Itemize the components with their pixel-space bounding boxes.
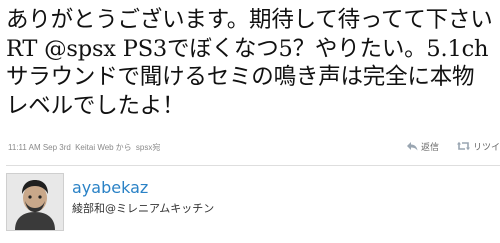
tweet-meta: 11:11 AM Sep 3rd Keitai Web から spsx宛 [8,142,162,153]
avatar-image [7,174,63,230]
user-screen-name[interactable]: ayabekaz [72,178,148,197]
retweet-label: リツイ [472,141,500,152]
divider [6,165,500,166]
tweet-actions: 返信 リツイ [389,138,500,154]
tweet-source[interactable]: Keitai Web [75,143,114,152]
tweet-timestamp[interactable]: 11:11 AM Sep 3rd [8,143,71,152]
retweet-button[interactable]: リツイ [456,140,500,153]
avatar[interactable] [6,173,64,231]
tweet-text: ありがとうございます。期待して待ってて下さい RT @spsx PS3でぼくなつ… [6,6,494,120]
reply-button[interactable]: 返信 [406,140,439,153]
mention-link[interactable]: @spsx [44,36,116,62]
reply-icon [406,142,418,151]
user-full-name: 綾部和@ミレニアムキッチン [72,202,215,215]
reply-label: 返信 [420,141,439,152]
tweet-source-suffix: から [115,143,132,152]
retweet-icon [456,141,470,151]
in-reply-to[interactable]: spsx宛 [136,143,160,152]
